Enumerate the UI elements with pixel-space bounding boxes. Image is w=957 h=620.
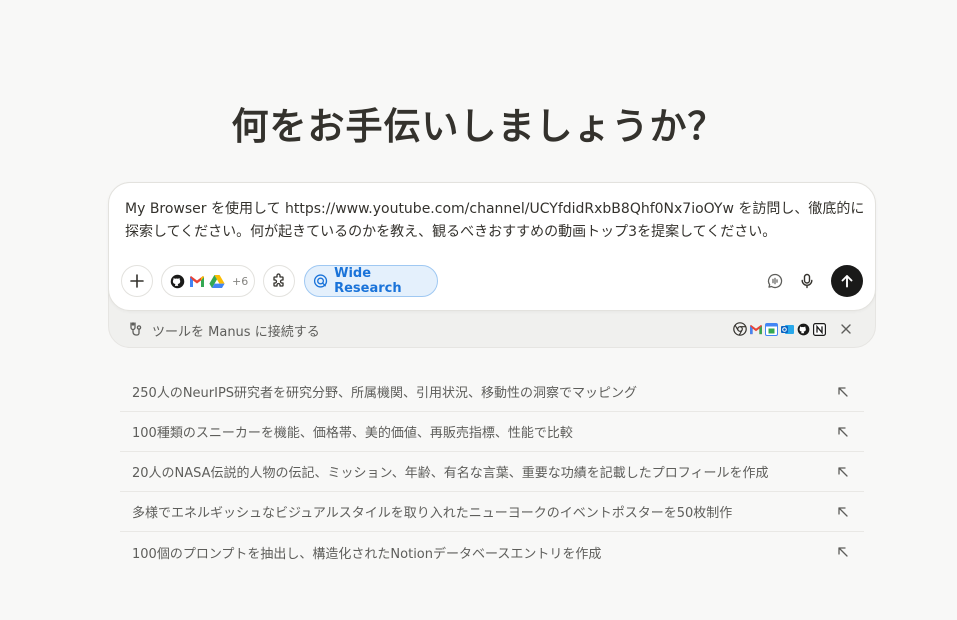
- github-icon: [796, 322, 811, 337]
- suggestion-text: 250人のNeurIPS研究者を研究分野、所属機関、引用状況、移動性の洞察でマッ…: [132, 386, 638, 401]
- connectors-button[interactable]: +6: [161, 265, 255, 297]
- suggestion-item[interactable]: 20人のNASA伝説的人物の伝記、ミッション、年齢、有名な言葉、重要な功績を記載…: [120, 452, 864, 492]
- arrow-up-icon: [841, 275, 853, 288]
- voice-mode-button[interactable]: [763, 269, 787, 293]
- puzzle-icon: [273, 273, 284, 287]
- suggestion-list: 250人のNeurIPS研究者を研究分野、所属機関、引用状況、移動性の洞察でマッ…: [120, 372, 864, 572]
- suggestion-text: 多様でエネルギッシュなビジュアルスタイルを取り入れたニューヨークのイベントポスタ…: [132, 506, 733, 521]
- wide-research-label: Wide Research: [334, 266, 402, 296]
- connect-tools-label: ツールを Manus に接続する: [152, 325, 320, 340]
- close-icon: [841, 324, 851, 334]
- chrome-icon: [732, 322, 747, 337]
- prompt-composer[interactable]: My Browser を使用して https://www.youtube.com…: [108, 182, 876, 311]
- gmail-icon: [190, 275, 204, 287]
- suggestion-item[interactable]: 多様でエネルギッシュなビジュアルスタイルを取り入れたニューヨークのイベントポスタ…: [120, 492, 864, 532]
- speech-icon: [767, 273, 783, 289]
- page-title: 何をお手伝いしましょうか？: [231, 104, 726, 148]
- gmail-icon: [748, 322, 763, 337]
- add-attachment-button[interactable]: [121, 265, 153, 297]
- prompt-input[interactable]: My Browser を使用して https://www.youtube.com…: [125, 198, 865, 244]
- suggestion-item[interactable]: 100種類のスニーカーを機能、価格帯、美的価値、再販売指標、性能で比較: [120, 412, 864, 452]
- close-connect-bar-button[interactable]: [838, 321, 854, 337]
- connect-tools-bar[interactable]: ツールを Manus に接続する: [108, 311, 876, 348]
- arrow-up-left-icon: [836, 505, 850, 519]
- send-button[interactable]: [831, 265, 863, 297]
- arrow-up-left-icon: [836, 425, 850, 439]
- arrow-up-left-icon: [836, 385, 850, 399]
- plugins-button[interactable]: [263, 265, 295, 297]
- notion-icon: [812, 322, 827, 337]
- suggestion-text: 100個のプロンプトを抽出し、構造化されたNotionデータベースエントリを作成: [132, 546, 602, 562]
- wide-research-toggle[interactable]: Wide Research: [304, 265, 438, 297]
- plug-icon: [130, 322, 142, 336]
- github-icon: [170, 274, 185, 288]
- suggestion-item[interactable]: 250人のNeurIPS研究者を研究分野、所属機関、引用状況、移動性の洞察でマッ…: [120, 372, 864, 412]
- arrow-up-left-icon: [836, 465, 850, 479]
- connector-icons: [732, 321, 827, 337]
- outlook-icon: [780, 322, 795, 337]
- suggestion-item[interactable]: 100個のプロンプトを抽出し、構造化されたNotionデータベースエントリを作成: [120, 532, 864, 572]
- google-drive-icon: [209, 275, 225, 288]
- arrow-up-left-icon: [836, 545, 850, 559]
- connectors-more-count: +6: [232, 274, 249, 288]
- calendar-icon: [764, 322, 779, 337]
- plus-icon: [130, 274, 144, 288]
- microphone-button[interactable]: [795, 269, 819, 293]
- suggestion-text: 20人のNASA伝説的人物の伝記、ミッション、年齢、有名な言葉、重要な功績を記載…: [132, 466, 769, 481]
- page: 何をお手伝いしましょうか？ My Browser を使用して https://w…: [0, 0, 957, 620]
- microphone-icon: [801, 273, 813, 289]
- suggestion-text: 100種類のスニーカーを機能、価格帯、美的価値、再販売指標、性能で比較: [132, 426, 573, 441]
- wide-research-icon: [313, 274, 328, 288]
